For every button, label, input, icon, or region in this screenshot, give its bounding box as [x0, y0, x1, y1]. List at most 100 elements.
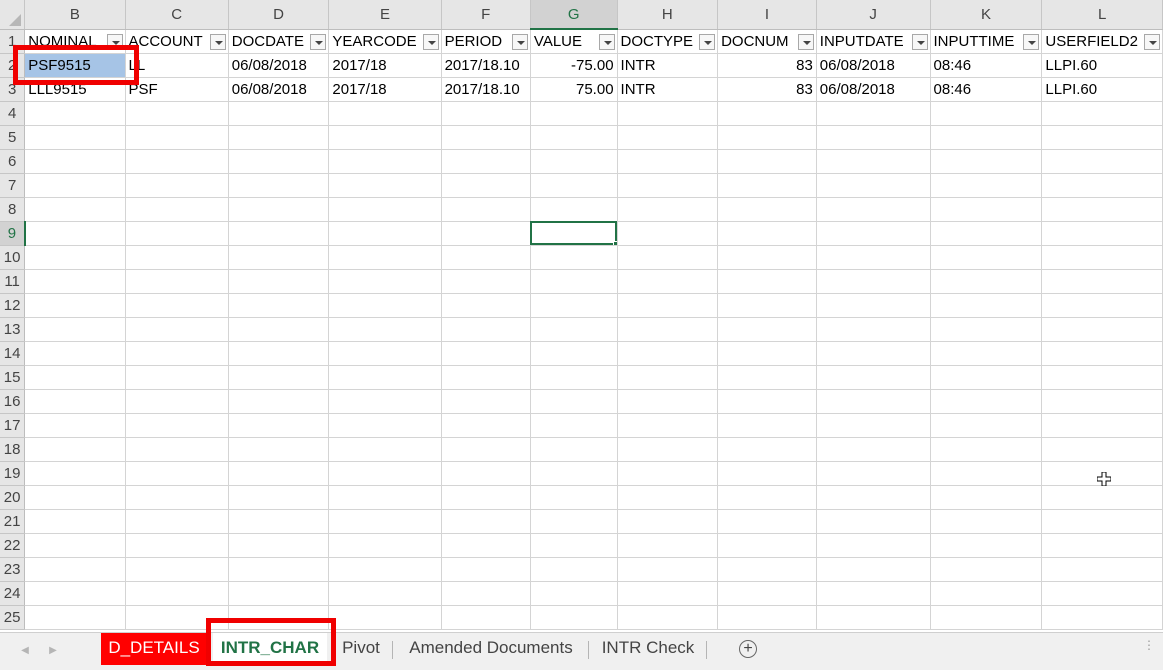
- cell[interactable]: [530, 461, 618, 486]
- cell-b3[interactable]: LLL9515: [24, 77, 126, 102]
- cell[interactable]: [328, 389, 442, 414]
- cell[interactable]: [717, 173, 817, 198]
- cell[interactable]: [125, 485, 229, 510]
- cell[interactable]: [530, 581, 618, 606]
- cell[interactable]: [441, 437, 531, 462]
- cell[interactable]: [717, 557, 817, 582]
- filter-dropdown-icon[interactable]: [1023, 33, 1040, 50]
- cell[interactable]: [441, 485, 531, 510]
- cell[interactable]: [228, 461, 330, 486]
- cell-e3[interactable]: 2017/18: [328, 77, 442, 102]
- cell[interactable]: [24, 317, 126, 342]
- cell[interactable]: [441, 173, 531, 198]
- cell[interactable]: [530, 533, 618, 558]
- column-header-c[interactable]: C: [125, 0, 229, 30]
- cell[interactable]: [717, 341, 817, 366]
- filter-dropdown-icon[interactable]: [797, 33, 814, 50]
- cell[interactable]: [1041, 269, 1163, 294]
- cell[interactable]: [228, 125, 330, 150]
- cell[interactable]: [530, 149, 618, 174]
- cell[interactable]: [125, 605, 229, 630]
- cell[interactable]: [930, 341, 1043, 366]
- cell[interactable]: [228, 293, 330, 318]
- filter-dropdown-icon[interactable]: [598, 34, 615, 50]
- cell[interactable]: [617, 221, 719, 246]
- cell[interactable]: [717, 461, 817, 486]
- cell[interactable]: [930, 269, 1043, 294]
- cell[interactable]: [125, 533, 229, 558]
- cell[interactable]: [441, 245, 531, 270]
- select-all-corner[interactable]: [0, 0, 26, 30]
- cell[interactable]: [530, 389, 618, 414]
- cell[interactable]: [617, 365, 719, 390]
- header-cell-value[interactable]: VALUE: [530, 29, 618, 54]
- cell[interactable]: [1041, 221, 1163, 246]
- cell[interactable]: [816, 365, 931, 390]
- cell-i3[interactable]: 83: [717, 77, 817, 102]
- cell[interactable]: [530, 605, 618, 630]
- row-header[interactable]: 2: [0, 53, 26, 78]
- cell[interactable]: [1041, 509, 1163, 534]
- column-header-k[interactable]: K: [930, 0, 1043, 30]
- cell[interactable]: [530, 125, 618, 150]
- header-cell-inputdate[interactable]: INPUTDATE: [816, 29, 931, 54]
- cell[interactable]: [1041, 197, 1163, 222]
- cell[interactable]: [441, 605, 531, 630]
- column-header-b[interactable]: B: [24, 0, 126, 30]
- column-header-f[interactable]: F: [441, 0, 531, 30]
- cell-d2[interactable]: 06/08/2018: [228, 53, 330, 78]
- cell[interactable]: [228, 557, 330, 582]
- header-cell-userfield2[interactable]: USERFIELD2: [1041, 29, 1163, 54]
- row-header[interactable]: 11: [0, 269, 26, 294]
- cell[interactable]: [717, 149, 817, 174]
- cell[interactable]: [530, 413, 618, 438]
- cell[interactable]: [530, 365, 618, 390]
- header-cell-docdate[interactable]: DOCDATE: [228, 29, 330, 54]
- cell[interactable]: [24, 341, 126, 366]
- cell[interactable]: [328, 197, 442, 222]
- filter-dropdown-icon[interactable]: [1144, 33, 1160, 50]
- cell[interactable]: [930, 317, 1043, 342]
- cell[interactable]: [530, 245, 618, 270]
- cell[interactable]: [530, 101, 618, 126]
- header-cell-nominal[interactable]: NOMINAL: [24, 29, 126, 54]
- cell[interactable]: [1041, 389, 1163, 414]
- header-cell-account[interactable]: ACCOUNT: [125, 29, 229, 54]
- cell[interactable]: [530, 197, 618, 222]
- cell[interactable]: [441, 125, 531, 150]
- cell-i2[interactable]: 83: [717, 53, 817, 78]
- cell[interactable]: [441, 509, 531, 534]
- prev-sheet-icon[interactable]: ◀: [18, 643, 32, 659]
- cell[interactable]: [24, 485, 126, 510]
- row-header[interactable]: 13: [0, 317, 26, 342]
- cell[interactable]: [24, 125, 126, 150]
- cell[interactable]: [530, 293, 618, 318]
- cell-e2[interactable]: 2017/18: [328, 53, 442, 78]
- cell[interactable]: [930, 437, 1043, 462]
- cell[interactable]: [930, 413, 1043, 438]
- row-header[interactable]: 3: [0, 77, 26, 102]
- cell[interactable]: [24, 581, 126, 606]
- cell[interactable]: [816, 341, 931, 366]
- cell[interactable]: [717, 221, 817, 246]
- cell[interactable]: [441, 581, 531, 606]
- cell[interactable]: [617, 605, 719, 630]
- cell[interactable]: [717, 581, 817, 606]
- sheet-tab-d-details[interactable]: D_DETAILS: [101, 633, 207, 665]
- cell[interactable]: [125, 269, 229, 294]
- cell[interactable]: [441, 221, 531, 246]
- cell[interactable]: [530, 173, 618, 198]
- cell[interactable]: [717, 269, 817, 294]
- header-cell-period[interactable]: PERIOD: [441, 29, 531, 54]
- cell[interactable]: [125, 149, 229, 174]
- cell[interactable]: [328, 269, 442, 294]
- cell[interactable]: [930, 101, 1043, 126]
- row-header[interactable]: 6: [0, 149, 26, 174]
- cell[interactable]: [24, 461, 126, 486]
- cell[interactable]: [816, 437, 931, 462]
- cell[interactable]: [530, 509, 618, 534]
- cell[interactable]: [816, 413, 931, 438]
- cell[interactable]: [717, 605, 817, 630]
- row-header[interactable]: 15: [0, 365, 26, 390]
- cell[interactable]: [1041, 293, 1163, 318]
